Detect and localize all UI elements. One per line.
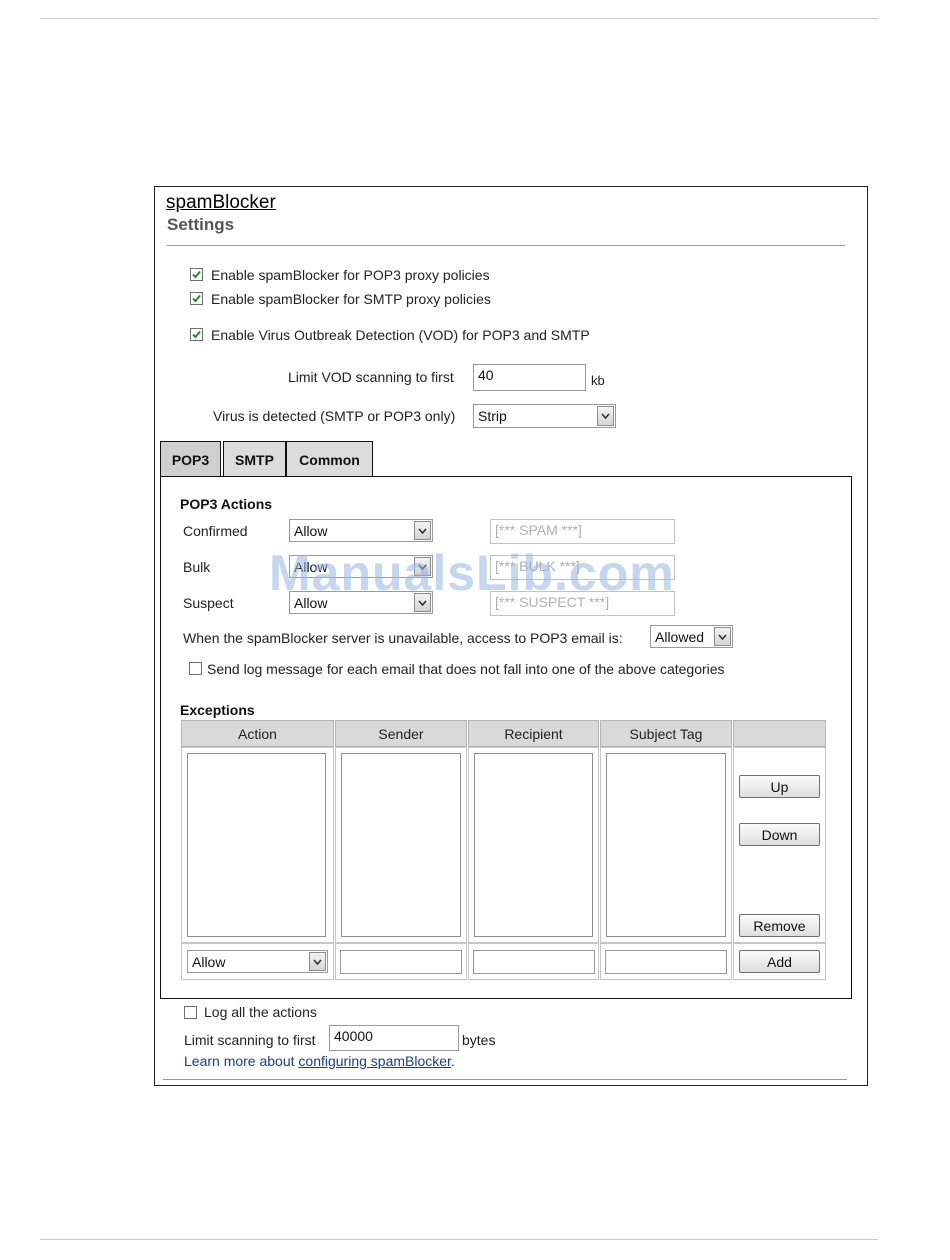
watermark: ManualsLib.com	[269, 545, 675, 601]
action-listbox[interactable]	[187, 753, 326, 937]
spamblocker-window: spamBlocker Settings Enable spamBlocker …	[154, 186, 868, 1086]
log-all-label: Log all the actions	[204, 1004, 317, 1020]
page-subtitle: Settings	[167, 215, 235, 234]
vod-limit-input[interactable]: 40	[473, 364, 586, 391]
recipient-list-cell	[468, 747, 599, 943]
title-divider	[167, 245, 845, 246]
new-recipient-cell	[468, 943, 599, 980]
learn-more-suffix: .	[450, 1053, 455, 1069]
new-action-value: Allow	[192, 953, 226, 970]
down-button[interactable]: Down	[739, 823, 820, 846]
pop3-actions-title: POP3 Actions	[180, 496, 273, 512]
sender-listbox[interactable]	[341, 753, 461, 937]
col-header-recipient: Recipient	[468, 720, 599, 747]
col-header-action: Action	[181, 720, 334, 747]
sender-list-cell	[335, 747, 467, 943]
bulk-label: Bulk	[183, 559, 211, 575]
col-header-buttons	[733, 720, 826, 747]
tab-pop3[interactable]: POP3	[160, 441, 221, 477]
vod-limit-label: Limit VOD scanning to first	[288, 369, 454, 385]
page-bottom-rule	[40, 1239, 878, 1240]
up-button[interactable]: Up	[739, 775, 820, 798]
unavailable-access-value: Allowed	[655, 628, 705, 645]
learn-more-prefix: Learn more about	[184, 1053, 299, 1069]
limit-scanning-unit: bytes	[462, 1032, 496, 1048]
subject-tag-list-cell	[600, 747, 732, 943]
new-sender-cell	[335, 943, 467, 980]
bottom-divider	[163, 1079, 847, 1080]
chevron-down-icon[interactable]	[414, 521, 431, 540]
send-log-checkbox[interactable]	[189, 662, 202, 675]
add-button[interactable]: Add	[739, 950, 820, 973]
enable-pop3-checkbox[interactable]	[190, 268, 203, 281]
chevron-down-icon[interactable]	[309, 952, 326, 971]
virus-detected-value: Strip	[478, 408, 507, 424]
exceptions-title: Exceptions	[180, 702, 255, 718]
tab-common[interactable]: Common	[286, 441, 373, 477]
new-action-cell: Allow	[181, 943, 334, 980]
enable-vod-checkbox[interactable]	[190, 328, 203, 341]
new-subject-tag-cell	[600, 943, 732, 980]
col-header-subject-tag: Subject Tag	[600, 720, 732, 747]
page-top-rule	[40, 18, 878, 19]
suspect-label: Suspect	[183, 595, 234, 611]
configuring-spamblocker-link[interactable]: configuring spamBlocker	[298, 1053, 451, 1069]
enable-smtp-checkbox[interactable]	[190, 292, 203, 305]
vod-limit-unit: kb	[591, 373, 605, 388]
chevron-down-icon[interactable]	[714, 627, 731, 646]
new-subject-tag-input[interactable]	[605, 950, 727, 974]
virus-detected-label: Virus is detected (SMTP or POP3 only)	[213, 408, 456, 424]
new-sender-input[interactable]	[340, 950, 462, 974]
log-all-checkbox[interactable]	[184, 1006, 197, 1019]
action-list-cell	[181, 747, 334, 943]
limit-scanning-input[interactable]: 40000	[329, 1025, 459, 1051]
recipient-listbox[interactable]	[474, 753, 593, 937]
check-icon	[192, 294, 201, 303]
learn-more-line: Learn more about configuring spamBlocker…	[184, 1053, 455, 1069]
page-title: spamBlocker	[166, 192, 276, 213]
unavailable-label: When the spamBlocker server is unavailab…	[183, 630, 623, 646]
buttons-cell: Up Down Remove	[733, 747, 826, 943]
add-button-cell: Add	[733, 943, 826, 980]
unavailable-access-select[interactable]: Allowed	[650, 625, 733, 648]
enable-vod-label: Enable Virus Outbreak Detection (VOD) fo…	[211, 327, 590, 343]
check-icon	[192, 270, 201, 279]
subject-tag-listbox[interactable]	[606, 753, 726, 937]
send-log-label: Send log message for each email that doe…	[207, 661, 725, 677]
col-header-sender: Sender	[335, 720, 467, 747]
new-recipient-input[interactable]	[473, 950, 595, 974]
remove-button[interactable]: Remove	[739, 914, 820, 937]
chevron-down-icon[interactable]	[597, 406, 614, 426]
tab-smtp[interactable]: SMTP	[223, 441, 286, 477]
enable-pop3-label: Enable spamBlocker for POP3 proxy polici…	[211, 267, 490, 283]
confirmed-action-value: Allow	[294, 522, 328, 539]
check-icon	[192, 330, 201, 339]
confirmed-label: Confirmed	[183, 523, 248, 539]
enable-smtp-label: Enable spamBlocker for SMTP proxy polici…	[211, 291, 491, 307]
new-action-select[interactable]: Allow	[187, 950, 328, 973]
virus-detected-select[interactable]: Strip	[473, 404, 616, 428]
confirmed-action-select[interactable]: Allow	[289, 519, 433, 542]
limit-scanning-label: Limit scanning to first	[184, 1032, 316, 1048]
confirmed-tag-input[interactable]: [*** SPAM ***]	[490, 519, 675, 544]
